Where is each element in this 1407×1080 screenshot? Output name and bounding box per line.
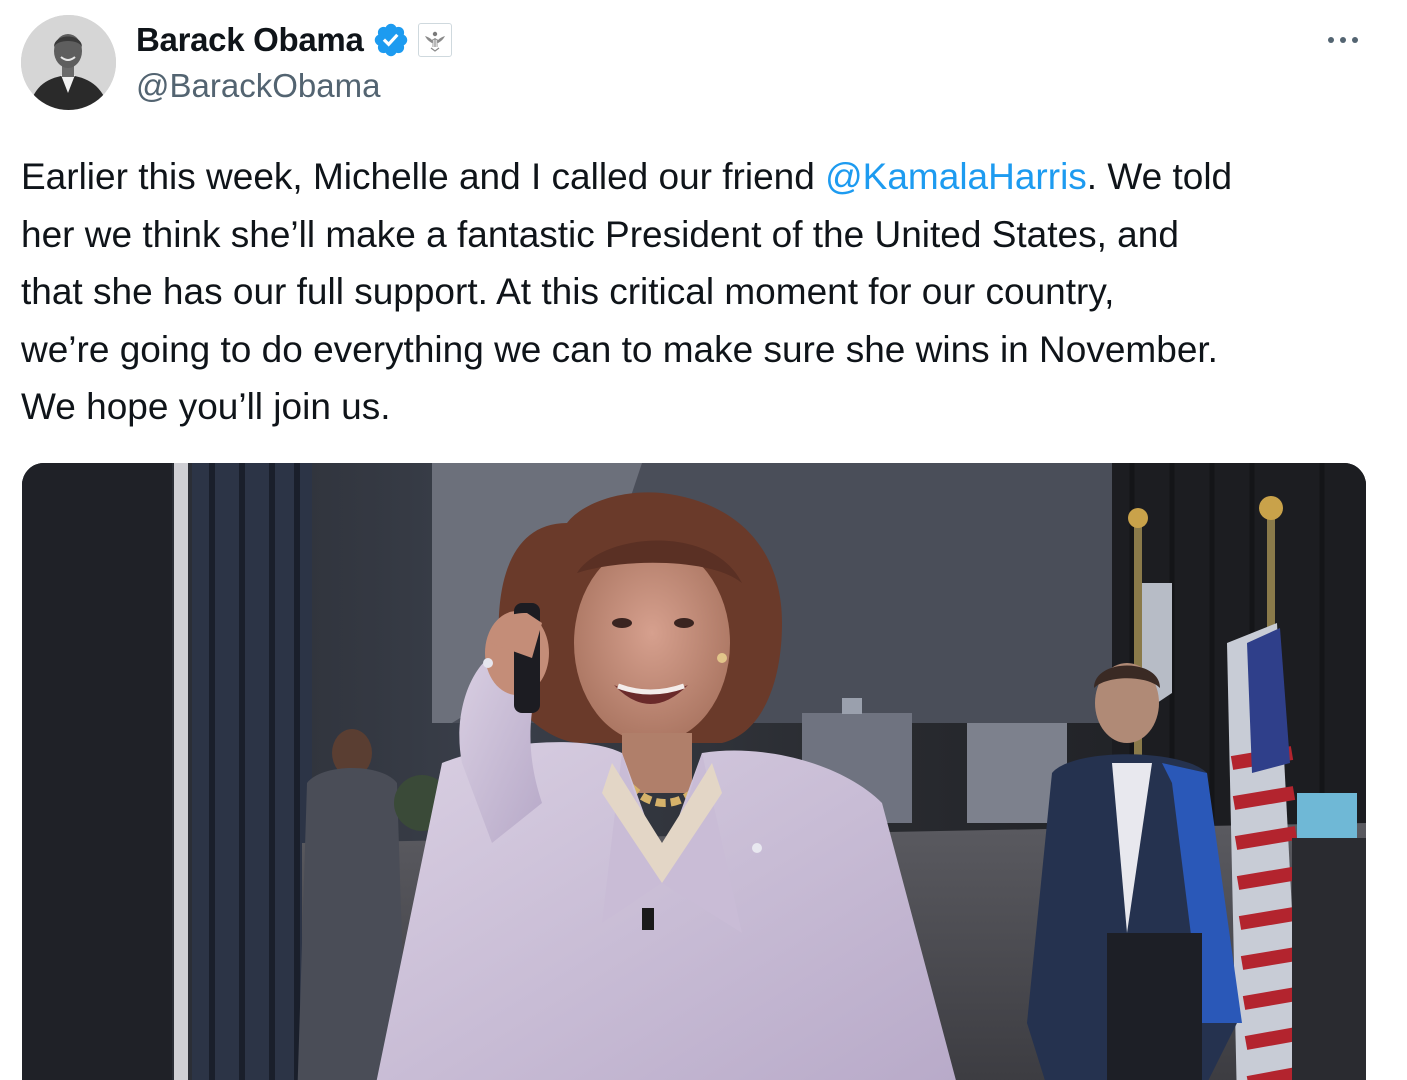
more-dot: [1340, 37, 1346, 43]
tweet-line-3: that she has our full support. At this c…: [21, 271, 1115, 312]
more-dot: [1352, 37, 1358, 43]
tweet-line-1: Earlier this week, Michelle and I called…: [21, 148, 1391, 206]
tweet-card[interactable]: Barack Obama @BarackObama Earlier this w…: [0, 0, 1407, 1080]
author-avatar[interactable]: [21, 15, 116, 110]
tweet-text: Earlier this week, Michelle and I called…: [21, 148, 1391, 436]
tweet-line-2: her we think she’ll make a fantastic Pre…: [21, 213, 1179, 255]
us-government-seal-icon[interactable]: [417, 23, 452, 57]
tweet-text-segment: Earlier this week, Michelle and I called…: [21, 156, 826, 197]
tweet-media[interactable]: [22, 463, 1366, 1080]
author-display-name[interactable]: Barack Obama: [136, 21, 364, 59]
more-options-icon[interactable]: [1318, 20, 1368, 60]
tweet-text-segment: . We told: [1086, 156, 1233, 197]
author-handle[interactable]: @BarackObama: [136, 67, 380, 105]
author-name-row[interactable]: Barack Obama: [136, 18, 452, 62]
tweet-line-4: we’re going to do everything we can to m…: [21, 328, 1218, 370]
verified-badge-icon[interactable]: [372, 21, 410, 59]
mention-link[interactable]: @KamalaHarris: [825, 156, 1087, 197]
avatar-photo: [21, 15, 116, 110]
more-dot: [1328, 37, 1334, 43]
tweet-line-5: We hope you’ll join us.: [21, 386, 391, 427]
media-photo: [22, 463, 1366, 1080]
